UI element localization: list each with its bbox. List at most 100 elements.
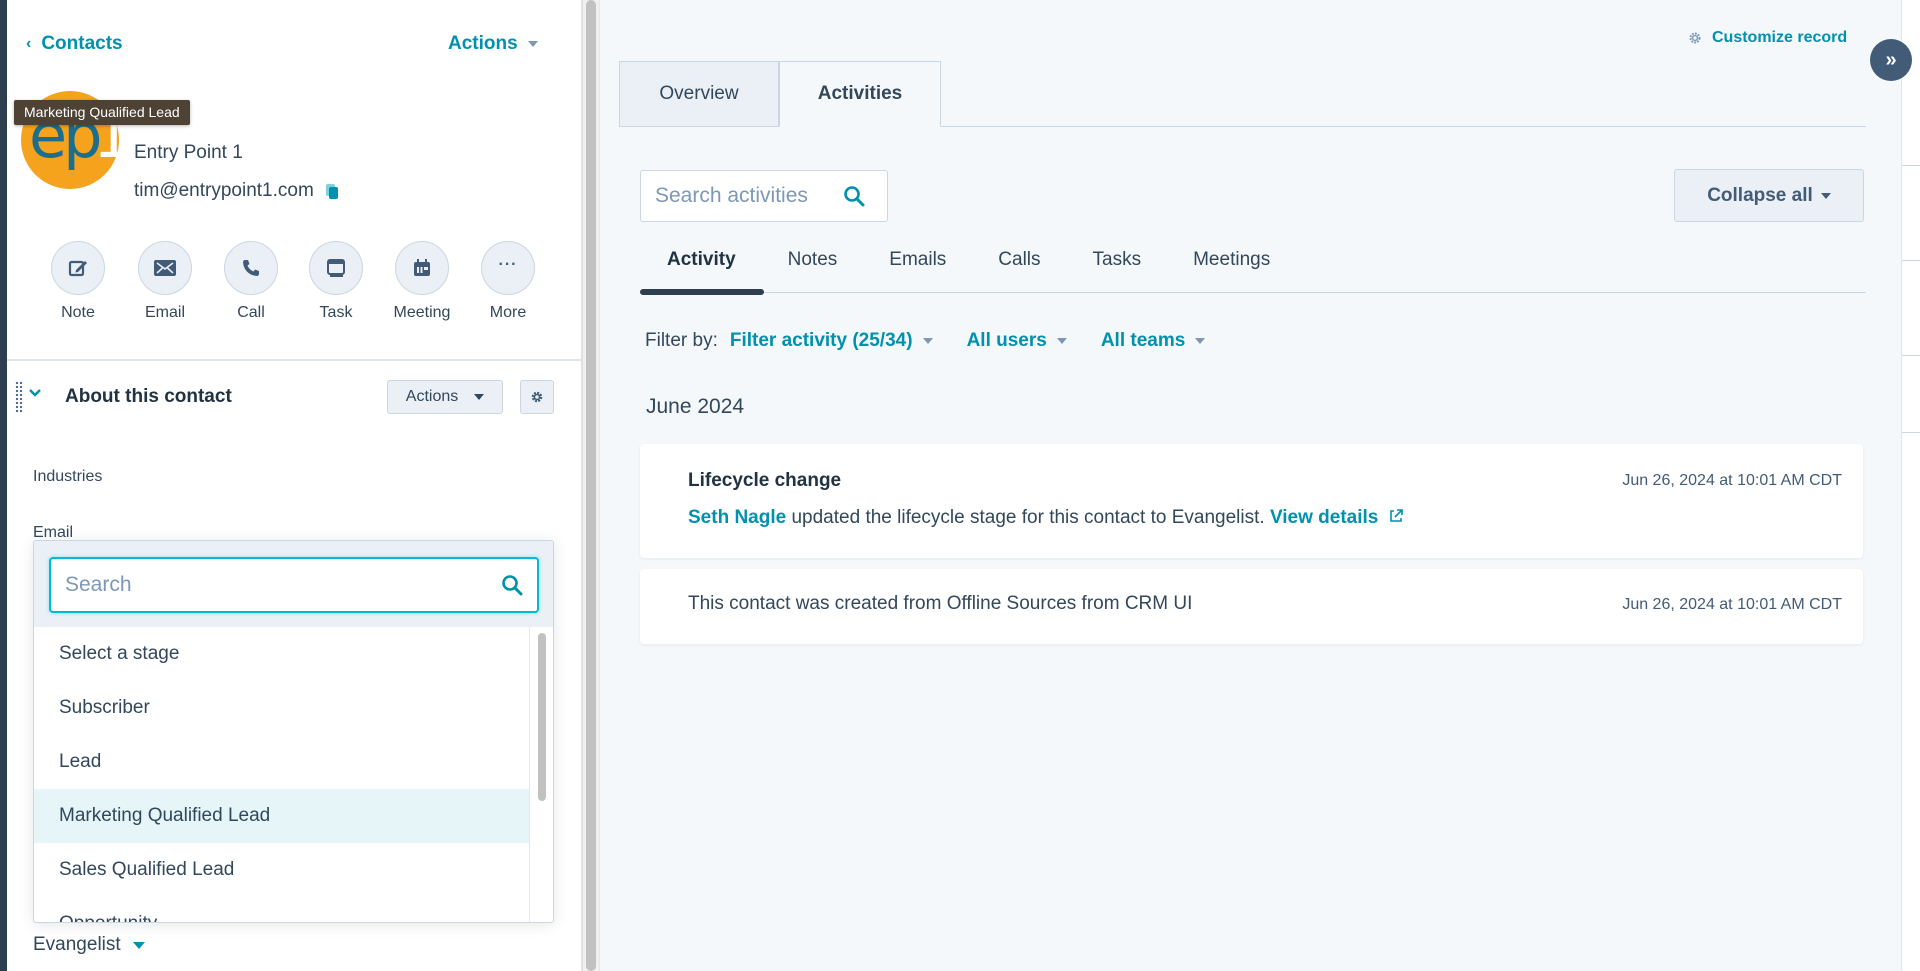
subtab-notes[interactable]: Notes xyxy=(762,245,864,275)
phone-icon xyxy=(243,260,259,276)
envelope-icon xyxy=(154,260,176,276)
activity-card-title: Lifecycle change xyxy=(688,470,842,491)
left-nav-strip xyxy=(0,0,7,971)
section-divider xyxy=(7,359,582,361)
sidebar-divider xyxy=(1902,355,1920,356)
sidebar-divider xyxy=(1902,165,1920,166)
filter-activity-label: Filter activity (25/34) xyxy=(729,330,913,351)
activity-description: updated the lifecycle stage for this con… xyxy=(786,507,1270,528)
dropdown-option[interactable]: Lead xyxy=(34,735,530,789)
copy-icon[interactable] xyxy=(325,183,338,199)
drag-handle-icon[interactable] xyxy=(15,381,23,413)
view-details-label: View details xyxy=(1269,507,1379,528)
caret-down-icon xyxy=(527,41,538,47)
filter-users-label: All users xyxy=(966,330,1047,351)
subtabs-divider xyxy=(640,292,1866,293)
subtab-meetings[interactable]: Meetings xyxy=(1167,245,1296,275)
caret-down-icon xyxy=(132,941,145,949)
about-section-title[interactable]: About this contact xyxy=(65,386,232,408)
activity-card-body: This contact was created from Offline So… xyxy=(688,593,1193,614)
customize-record-link[interactable]: Customize record xyxy=(1688,29,1847,47)
email-label: Email xyxy=(144,304,185,321)
sidebar-divider xyxy=(1902,432,1920,433)
caret-down-icon xyxy=(1056,338,1067,344)
sidebar-divider xyxy=(1902,260,1920,261)
filter-users-dropdown[interactable]: All users xyxy=(967,330,1067,352)
note-button[interactable]: Note xyxy=(48,241,108,322)
search-icon xyxy=(844,186,865,207)
chevron-down-icon[interactable] xyxy=(28,386,42,400)
dropdown-option-highlighted[interactable]: Marketing Qualified Lead xyxy=(34,789,530,843)
activity-card-body: Seth Nagle updated the lifecycle stage f… xyxy=(688,507,1404,529)
more-label: More xyxy=(489,304,527,321)
note-edit-icon xyxy=(68,260,87,277)
dropdown-search-area xyxy=(34,541,553,627)
filter-by-label: Filter by: xyxy=(645,330,718,351)
expand-sidebar-button[interactable]: » xyxy=(1870,39,1912,81)
search-activities-input[interactable] xyxy=(655,184,835,208)
subtab-emails[interactable]: Emails xyxy=(863,245,972,275)
back-to-contacts-link[interactable]: ‹ Contacts xyxy=(26,33,123,55)
chevron-left-icon: ‹ xyxy=(26,35,32,52)
back-link-label: Contacts xyxy=(41,33,123,54)
task-label: Task xyxy=(319,304,353,321)
about-actions-button[interactable]: Actions xyxy=(387,380,503,414)
activity-subtabs: Activity Notes Emails Calls Tasks Meetin… xyxy=(640,245,1296,275)
email-button[interactable]: Email xyxy=(135,241,195,322)
subtab-activity[interactable]: Activity xyxy=(640,245,762,275)
subtab-tasks[interactable]: Tasks xyxy=(1067,245,1168,275)
dropdown-option[interactable]: Subscriber xyxy=(34,681,530,735)
filter-activity-dropdown[interactable]: Filter activity (25/34) xyxy=(730,330,933,352)
dropdown-options-list: Select a stage Subscriber Lead Marketing… xyxy=(34,627,530,922)
activity-filters: Filter by: Filter activity (25/34) All u… xyxy=(645,330,1239,352)
customize-record-label: Customize record xyxy=(1712,29,1848,46)
contact-email-text: tim@entrypoint1.com xyxy=(134,180,314,201)
about-settings-button[interactable] xyxy=(520,380,554,414)
caret-down-icon xyxy=(1195,338,1206,344)
timeline-month-heading: June 2024 xyxy=(646,395,745,418)
dropdown-scrollbar-thumb[interactable] xyxy=(538,633,546,801)
active-subtab-indicator xyxy=(640,289,764,295)
contact-name: Entry Point 1 xyxy=(134,142,243,163)
about-actions-label: Actions xyxy=(405,388,459,405)
filter-teams-label: All teams xyxy=(1100,330,1186,351)
filter-teams-dropdown[interactable]: All teams xyxy=(1100,330,1206,352)
dropdown-option[interactable]: Opportunity xyxy=(34,897,530,922)
activity-timestamp: Jun 26, 2024 at 10:01 AM CDT xyxy=(1622,472,1842,489)
note-label: Note xyxy=(61,304,95,321)
dropdown-option[interactable]: Sales Qualified Lead xyxy=(34,843,530,897)
more-dots-icon: ··· xyxy=(498,256,518,273)
activity-timestamp: Jun 26, 2024 at 10:01 AM CDT xyxy=(1622,596,1842,613)
record-actions-dropdown[interactable]: Actions xyxy=(448,33,538,55)
actor-link[interactable]: Seth Nagle xyxy=(688,507,786,528)
activity-card[interactable]: Lifecycle change Seth Nagle updated the … xyxy=(640,444,1863,558)
tab-activities[interactable]: Activities xyxy=(779,61,941,127)
search-icon xyxy=(502,575,523,596)
actions-label: Actions xyxy=(448,33,518,54)
caret-down-icon xyxy=(1820,192,1831,199)
meeting-label: Meeting xyxy=(393,304,451,321)
collapse-all-label: Collapse all xyxy=(1707,184,1813,206)
caret-down-icon xyxy=(474,394,485,400)
tab-overview[interactable]: Overview xyxy=(619,61,779,127)
subtab-calls[interactable]: Calls xyxy=(972,245,1066,275)
sidebar-scrollbar-thumb[interactable] xyxy=(586,0,596,971)
dropdown-search-input[interactable] xyxy=(65,573,501,597)
activity-card[interactable]: This contact was created from Offline So… xyxy=(640,569,1863,644)
lifecycle-stage-select[interactable]: Evangelist xyxy=(33,934,145,956)
view-details-link[interactable]: View details xyxy=(1270,507,1404,528)
lifecycle-stage-dropdown: Select a stage Subscriber Lead Marketing… xyxy=(33,540,554,923)
collapse-all-button[interactable]: Collapse all xyxy=(1674,169,1864,222)
dropdown-option[interactable]: Select a stage xyxy=(34,627,530,681)
dropdown-search-field[interactable] xyxy=(49,557,539,613)
gear-icon xyxy=(531,391,543,403)
caret-down-icon xyxy=(922,338,933,344)
task-button[interactable]: Task xyxy=(306,241,366,322)
call-label: Call xyxy=(237,304,265,321)
gear-icon xyxy=(1689,32,1701,44)
call-button[interactable]: Call xyxy=(221,241,281,322)
more-button[interactable]: ··· More xyxy=(478,241,538,322)
external-link-icon xyxy=(1389,509,1403,522)
search-activities-field[interactable] xyxy=(640,170,888,222)
meeting-button[interactable]: Meeting xyxy=(392,241,452,322)
